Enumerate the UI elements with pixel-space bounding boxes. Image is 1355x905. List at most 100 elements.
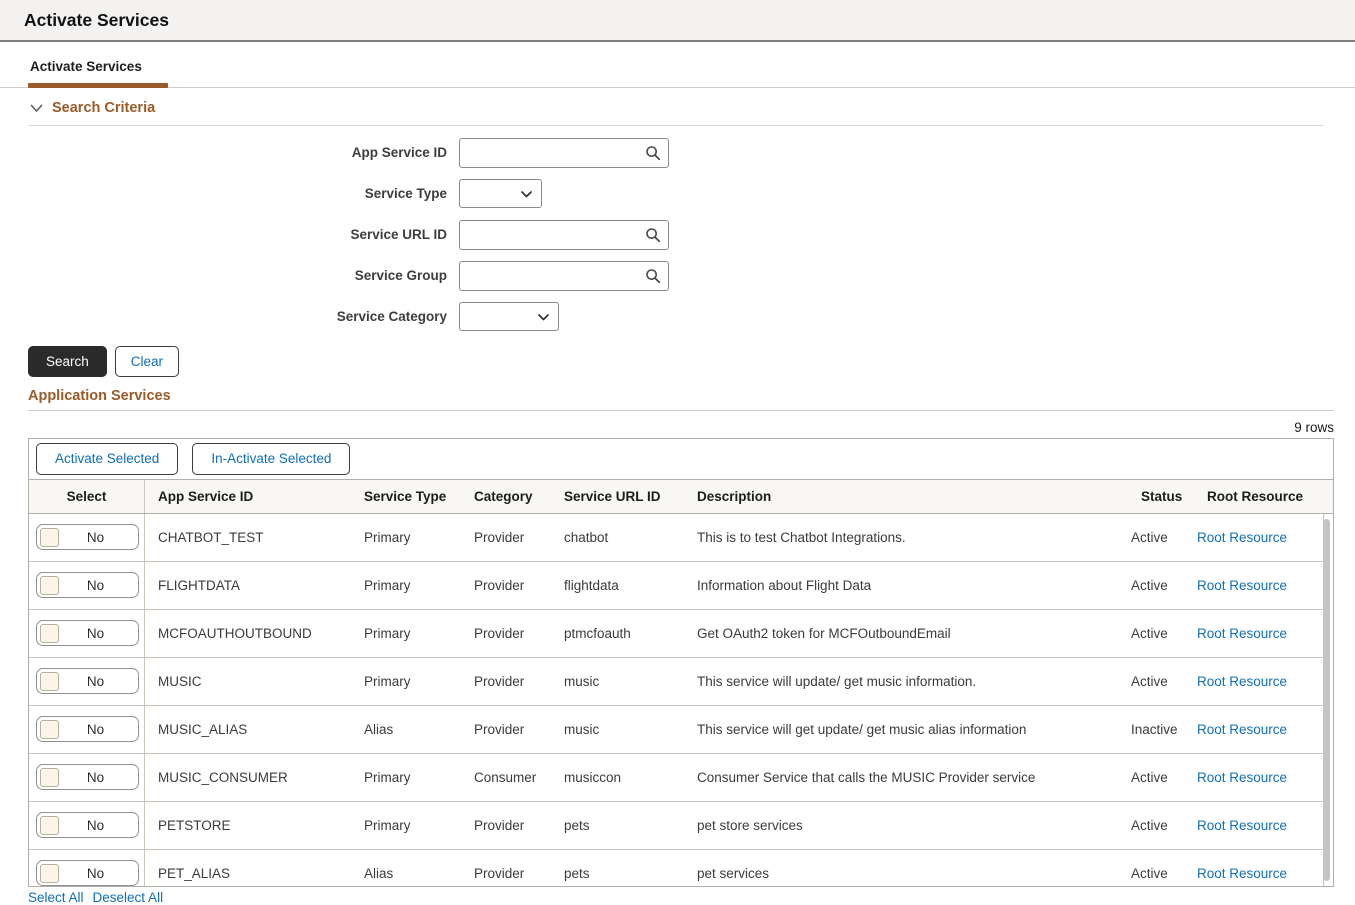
cell-service-type: Primary [351, 818, 461, 833]
app-service-id-input[interactable] [459, 138, 669, 168]
table-row: No MUSIC_ALIAS Alias Provider music This… [29, 706, 1323, 754]
cell-status: Active [1118, 578, 1184, 593]
search-criteria-form: App Service ID Service Type Service URL … [0, 138, 1355, 332]
service-category-select[interactable] [459, 302, 559, 331]
clear-button[interactable]: Clear [115, 346, 179, 377]
row-select-value: No [59, 770, 138, 785]
cell-select: No [29, 850, 145, 887]
activate-selected-button[interactable]: Activate Selected [36, 443, 178, 475]
column-header-service-type[interactable]: Service Type [351, 489, 461, 504]
service-category-label: Service Category [0, 309, 447, 324]
table-row: No MCFOAUTHOUTBOUND Primary Provider ptm… [29, 610, 1323, 658]
service-group-input[interactable] [459, 261, 669, 291]
column-header-status[interactable]: Status [1128, 489, 1194, 504]
column-header-category[interactable]: Category [461, 489, 553, 504]
root-resource-link[interactable]: Root Resource [1197, 626, 1287, 641]
row-checkbox[interactable] [40, 864, 59, 883]
root-resource-link[interactable]: Root Resource [1197, 722, 1287, 737]
row-select-toggle[interactable]: No [36, 668, 139, 694]
row-select-toggle[interactable]: No [36, 524, 139, 550]
search-lookup-icon[interactable] [645, 227, 661, 243]
row-select-value: No [59, 866, 138, 881]
row-checkbox[interactable] [40, 528, 59, 547]
column-header-app-service-id[interactable]: App Service ID [145, 489, 351, 504]
form-row-app-service-id: App Service ID [0, 138, 1355, 168]
cell-description: This service will get update/ get music … [685, 722, 1118, 737]
row-select-toggle[interactable]: No [36, 812, 139, 838]
cell-root-resource: Root Resource [1184, 770, 1323, 785]
root-resource-link[interactable]: Root Resource [1197, 674, 1287, 689]
application-services-heading: Application Services [28, 388, 1355, 404]
row-select-toggle[interactable]: No [36, 620, 139, 646]
search-criteria-toggle[interactable]: Search Criteria [30, 100, 155, 116]
deselect-all-link[interactable]: Deselect All [93, 890, 164, 905]
table-row: No PETSTORE Primary Provider pets pet st… [29, 802, 1323, 850]
cell-description: pet services [685, 866, 1118, 881]
search-lookup-icon[interactable] [645, 268, 661, 284]
cell-status: Active [1118, 674, 1184, 689]
service-url-id-label: Service URL ID [0, 227, 447, 242]
table-row: No FLIGHTDATA Primary Provider flightdat… [29, 562, 1323, 610]
page-title: Activate Services [24, 10, 169, 31]
row-select-value: No [59, 578, 138, 593]
row-select-toggle[interactable]: No [36, 716, 139, 742]
search-button[interactable]: Search [28, 346, 107, 377]
select-all-link[interactable]: Select All [28, 890, 84, 905]
cell-app-service-id: MCFOAUTHOUTBOUND [145, 626, 351, 641]
cell-description: Get OAuth2 token for MCFOutboundEmail [685, 626, 1118, 641]
tab-activate-services[interactable]: Activate Services [30, 59, 142, 74]
column-header-description[interactable]: Description [685, 489, 1128, 504]
cell-root-resource: Root Resource [1184, 866, 1323, 881]
search-lookup-icon[interactable] [645, 145, 661, 161]
cell-status: Inactive [1118, 722, 1184, 737]
row-checkbox[interactable] [40, 672, 59, 691]
root-resource-link[interactable]: Root Resource [1197, 530, 1287, 545]
cell-root-resource: Root Resource [1184, 818, 1323, 833]
cell-category: Provider [461, 674, 553, 689]
root-resource-link[interactable]: Root Resource [1197, 818, 1287, 833]
cell-service-type: Alias [351, 722, 461, 737]
row-select-toggle[interactable]: No [36, 860, 139, 886]
grid-body: No CHATBOT_TEST Primary Provider chatbot… [29, 514, 1324, 887]
row-checkbox[interactable] [40, 768, 59, 787]
cell-category: Provider [461, 626, 553, 641]
column-header-select: Select [29, 480, 145, 513]
cell-status: Active [1118, 866, 1184, 881]
root-resource-link[interactable]: Root Resource [1197, 578, 1287, 593]
cell-category: Provider [461, 578, 553, 593]
row-select-toggle[interactable]: No [36, 572, 139, 598]
app-service-id-label: App Service ID [0, 145, 447, 160]
vertical-scrollbar-thumb[interactable] [1323, 519, 1330, 881]
row-select-value: No [59, 818, 138, 833]
cell-app-service-id: MUSIC [145, 674, 351, 689]
cell-description: Consumer Service that calls the MUSIC Pr… [685, 770, 1118, 785]
cell-service-type: Primary [351, 530, 461, 545]
row-checkbox[interactable] [40, 624, 59, 643]
cell-root-resource: Root Resource [1184, 722, 1323, 737]
cell-root-resource: Root Resource [1184, 530, 1323, 545]
cell-service-type: Primary [351, 770, 461, 785]
root-resource-link[interactable]: Root Resource [1197, 770, 1287, 785]
cell-select: No [29, 754, 145, 801]
row-checkbox[interactable] [40, 576, 59, 595]
row-select-value: No [59, 530, 138, 545]
chevron-down-icon [30, 104, 43, 113]
row-checkbox[interactable] [40, 720, 59, 739]
row-count-label: 9 rows [28, 420, 1334, 435]
form-row-service-group: Service Group [0, 261, 1355, 291]
inactivate-selected-button[interactable]: In-Activate Selected [192, 443, 350, 475]
service-type-select[interactable] [459, 179, 542, 208]
row-select-toggle[interactable]: No [36, 764, 139, 790]
service-url-id-input[interactable] [459, 220, 669, 250]
root-resource-link[interactable]: Root Resource [1197, 866, 1287, 881]
service-group-label: Service Group [0, 268, 447, 283]
column-header-service-url-id[interactable]: Service URL ID [553, 489, 685, 504]
row-select-value: No [59, 722, 138, 737]
cell-category: Provider [461, 818, 553, 833]
cell-service-type: Primary [351, 626, 461, 641]
chevron-down-icon [538, 308, 549, 326]
cell-description: pet store services [685, 818, 1118, 833]
cell-service-type: Primary [351, 578, 461, 593]
cell-description: This service will update/ get music info… [685, 674, 1118, 689]
row-checkbox[interactable] [40, 816, 59, 835]
